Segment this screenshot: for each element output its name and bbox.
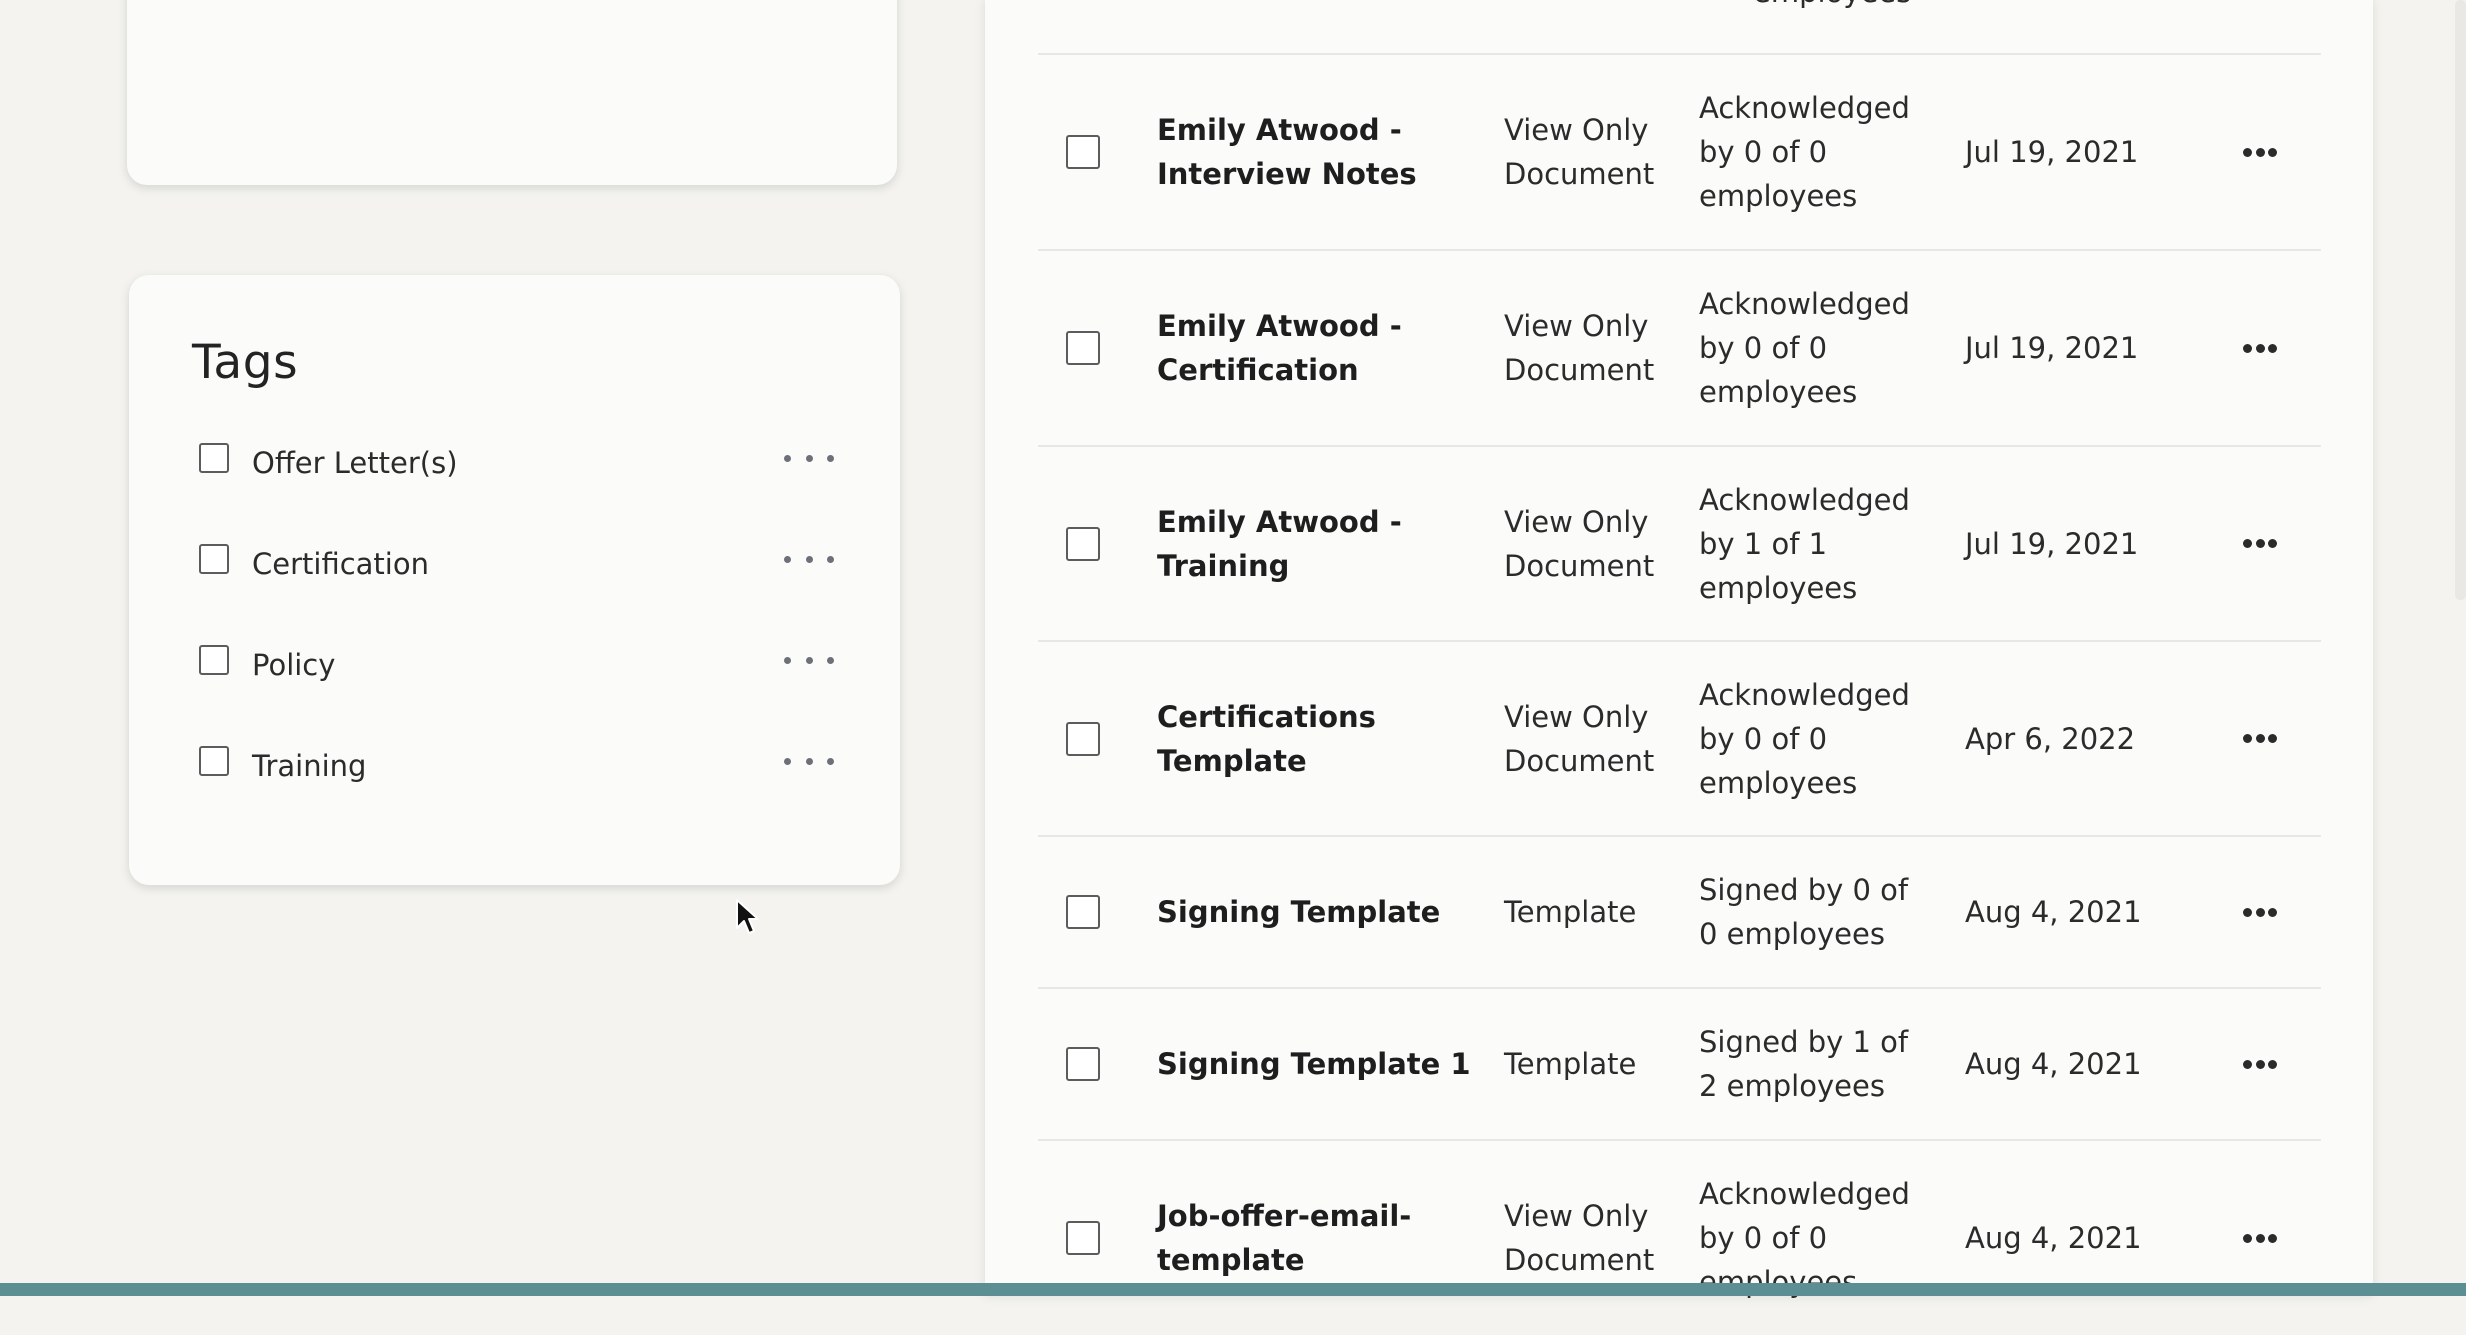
document-status: Signed by 1 of 2 employees [1699,1025,1909,1103]
tag-checkbox[interactable] [199,746,229,776]
more-horizontal-icon[interactable] [2243,906,2277,918]
row-checkbox[interactable] [1066,1221,1100,1255]
document-date: Aug 4, 2021 [1965,895,2142,929]
document-status: Acknowledged by 0 of 0 employees [1699,287,1910,409]
status-text: employees [1753,0,1911,14]
document-date: Jul 19, 2021 [1965,135,2139,169]
table-row-partial: employees [1038,0,2321,55]
document-name[interactable]: Certifications Template [1157,695,1487,783]
upper-card [127,0,897,185]
tag-checkbox[interactable] [199,645,229,675]
row-checkbox[interactable] [1066,895,1100,929]
more-horizontal-icon[interactable] [2243,342,2277,354]
tags-card: Tags Offer Letter(s) Certification Polic… [129,275,900,885]
table-row[interactable]: Signing Template Template Signed by 0 of… [1038,837,2321,989]
document-name[interactable]: Signing Template [1157,890,1487,934]
tag-checkbox[interactable] [199,443,229,473]
tag-label: Training [252,749,367,783]
more-horizontal-icon[interactable] [784,544,834,574]
more-horizontal-icon[interactable] [2243,1232,2277,1244]
document-type: View Only Document [1504,504,1655,583]
table-row[interactable]: Emily Atwood - Training View Only Docume… [1038,447,2321,642]
document-name[interactable]: Job-offer-email-template [1157,1194,1487,1282]
more-horizontal-icon[interactable] [2243,538,2277,550]
documents-panel: employees Emily Atwood - Interview Notes… [985,0,2373,1299]
row-checkbox[interactable] [1066,1047,1100,1081]
more-horizontal-icon[interactable] [2243,1058,2277,1070]
document-name[interactable]: Emily Atwood - Training [1157,500,1487,588]
tag-checkbox[interactable] [199,544,229,574]
mouse-pointer-icon [736,899,759,934]
tag-label: Policy [252,648,336,682]
tags-title: Tags [192,335,299,390]
table-row[interactable]: Signing Template 1 Template Signed by 1 … [1038,989,2321,1141]
bottom-bar [0,1283,2466,1296]
table-row[interactable]: Emily Atwood - Certification View Only D… [1038,251,2321,447]
row-checkbox[interactable] [1066,135,1100,169]
row-checkbox[interactable] [1066,331,1100,365]
document-status: Acknowledged by 1 of 1 employees [1699,482,1910,605]
table-row[interactable]: Certifications Template View Only Docume… [1038,642,2321,837]
document-status: Acknowledged by 0 of 0 employees [1699,677,1910,800]
page-scrollbar[interactable] [2455,0,2466,600]
more-horizontal-icon[interactable] [2243,146,2277,158]
table-row[interactable]: Emily Atwood - Interview Notes View Only… [1038,55,2321,251]
more-horizontal-icon[interactable] [2243,733,2277,745]
document-type: View Only Document [1504,309,1655,387]
row-checkbox[interactable] [1066,526,1100,561]
document-date: Apr 6, 2022 [1965,721,2136,756]
tag-label: Offer Letter(s) [252,446,458,480]
document-status: Acknowledged by 0 of 0 employees [1699,91,1910,213]
document-name[interactable]: Emily Atwood - Certification [1157,304,1487,392]
document-date: Aug 4, 2021 [1965,1047,2142,1081]
more-horizontal-icon[interactable] [784,746,834,776]
tag-item-policy: Policy [129,645,900,705]
document-name[interactable]: Signing Template 1 [1157,1042,1487,1086]
document-status: Signed by 0 of 0 employees [1699,873,1909,951]
tag-item-certification: Certification [129,544,900,604]
tag-label: Certification [252,547,429,581]
more-horizontal-icon[interactable] [784,443,834,473]
document-type: Template [1504,1047,1637,1081]
document-date: Jul 19, 2021 [1965,331,2139,365]
table-row[interactable]: Job-offer-email-template View Only Docum… [1038,1141,2321,1335]
document-type: Template [1504,895,1637,929]
document-name[interactable]: Emily Atwood - Interview Notes [1157,108,1487,196]
more-horizontal-icon[interactable] [784,645,834,675]
document-type: View Only Document [1504,699,1655,778]
document-type: View Only Document [1504,1199,1655,1277]
tag-item-offer-letters: Offer Letter(s) [129,443,900,503]
document-type: View Only Document [1504,113,1655,191]
tag-item-training: Training [129,746,900,806]
document-date: Jul 19, 2021 [1965,526,2139,561]
document-date: Aug 4, 2021 [1965,1221,2142,1255]
row-checkbox[interactable] [1066,721,1100,756]
